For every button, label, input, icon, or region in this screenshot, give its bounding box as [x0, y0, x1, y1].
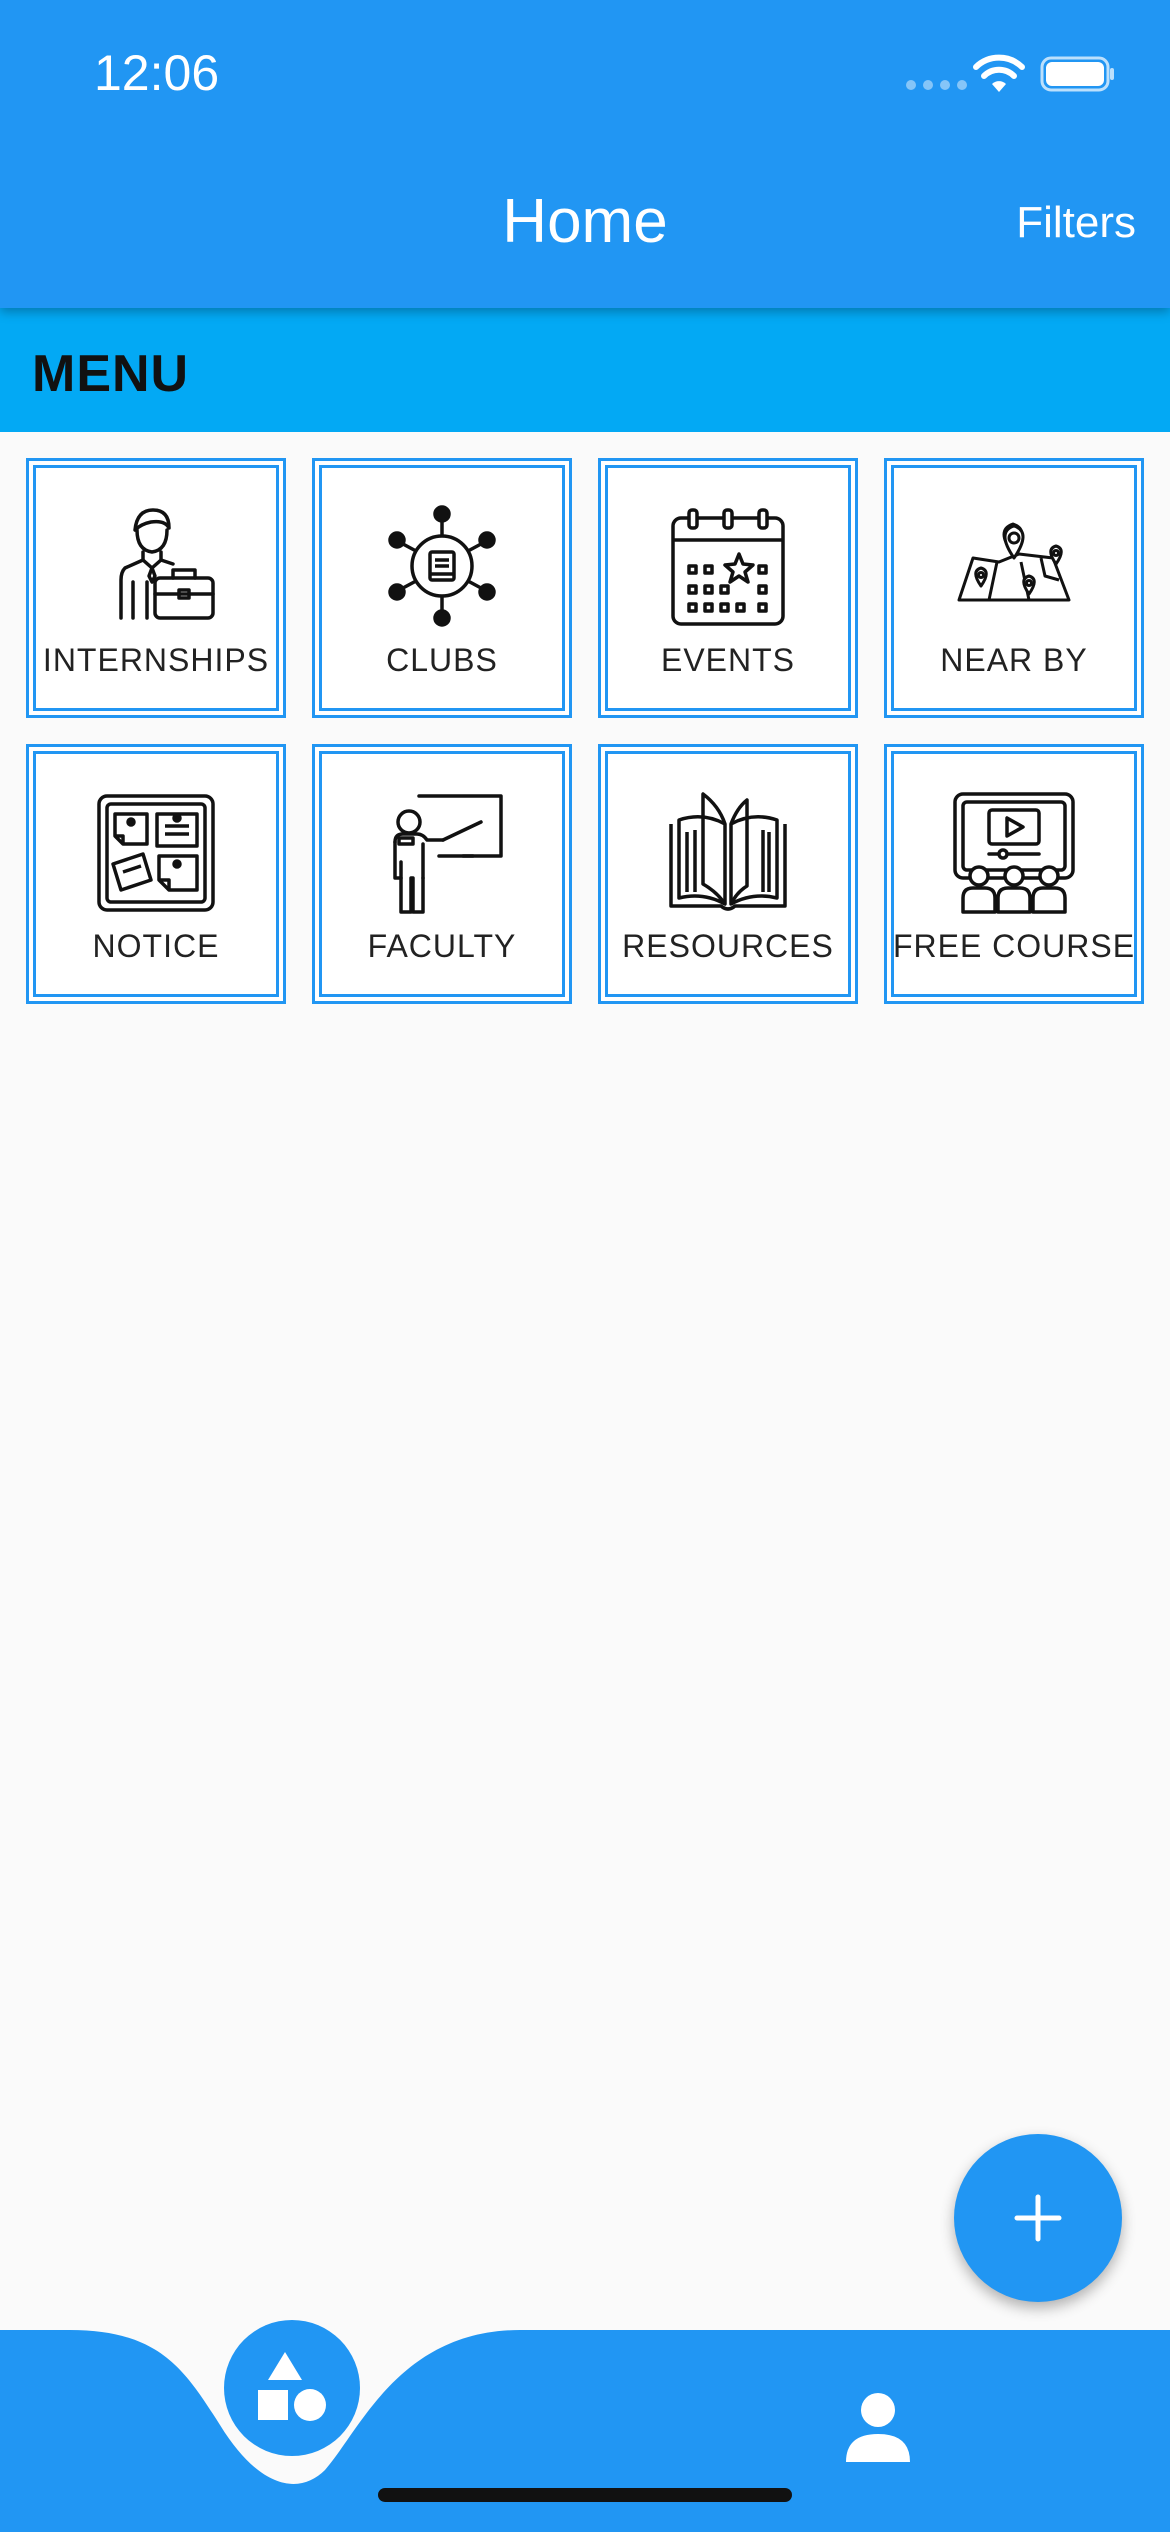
- menu-tile-notice[interactable]: NOTICE: [26, 744, 286, 1004]
- home-indicator: [378, 2488, 792, 2502]
- menu-tile-label: RESOURCES: [622, 928, 834, 964]
- nav-item-home[interactable]: [224, 2320, 360, 2456]
- app-bar: 12:06 Home Filters: [0, 0, 1170, 308]
- video-course-icon: [953, 792, 1075, 914]
- plus-icon: [1014, 2194, 1062, 2242]
- menu-tile-near-by[interactable]: NEAR BY: [884, 458, 1144, 718]
- menu-tile-resources[interactable]: RESOURCES: [598, 744, 858, 1004]
- menu-tile-free-course[interactable]: FREE COURSE: [884, 744, 1144, 1004]
- menu-grid: INTERNSHIPS CLUBS EVENTS NEAR BY NOTICE …: [26, 458, 1144, 1004]
- add-button[interactable]: [954, 2134, 1122, 2302]
- menu-tile-events[interactable]: EVENTS: [598, 458, 858, 718]
- menu-tile-faculty[interactable]: FACULTY: [312, 744, 572, 1004]
- status-time: 12:06: [94, 45, 220, 101]
- internship-icon: [119, 508, 215, 620]
- filters-button[interactable]: Filters: [1016, 198, 1136, 248]
- map-pins-icon: [957, 522, 1071, 602]
- menu-tile-label: NEAR BY: [940, 642, 1088, 678]
- menu-tile-label: FACULTY: [367, 928, 517, 964]
- menu-tile-label: CLUBS: [386, 642, 498, 678]
- menu-tile-clubs[interactable]: CLUBS: [312, 458, 572, 718]
- menu-tile-label: FREE COURSE: [892, 928, 1136, 964]
- menu-tile-label: EVENTS: [660, 642, 796, 678]
- page-title: Home: [502, 187, 668, 256]
- person-icon[interactable]: [838, 2388, 918, 2468]
- menu-tile-label: INTERNSHIPS: [42, 642, 270, 678]
- teacher-board-icon: [393, 794, 503, 914]
- wifi-icon: [973, 54, 1025, 92]
- menu-tile-internships[interactable]: INTERNSHIPS: [26, 458, 286, 718]
- menu-header: MENU: [0, 308, 1170, 432]
- cellular-signal-icon: [906, 80, 967, 90]
- events-calendar-icon: [671, 508, 785, 626]
- shapes-icon: [258, 2352, 326, 2421]
- battery-icon: [1040, 56, 1114, 92]
- menu-header-label: MENU: [32, 345, 190, 403]
- open-book-icon: [669, 792, 787, 911]
- menu-tile-label: NOTICE: [92, 928, 220, 964]
- notice-board-icon: [97, 794, 215, 912]
- clubs-icon: [388, 505, 496, 627]
